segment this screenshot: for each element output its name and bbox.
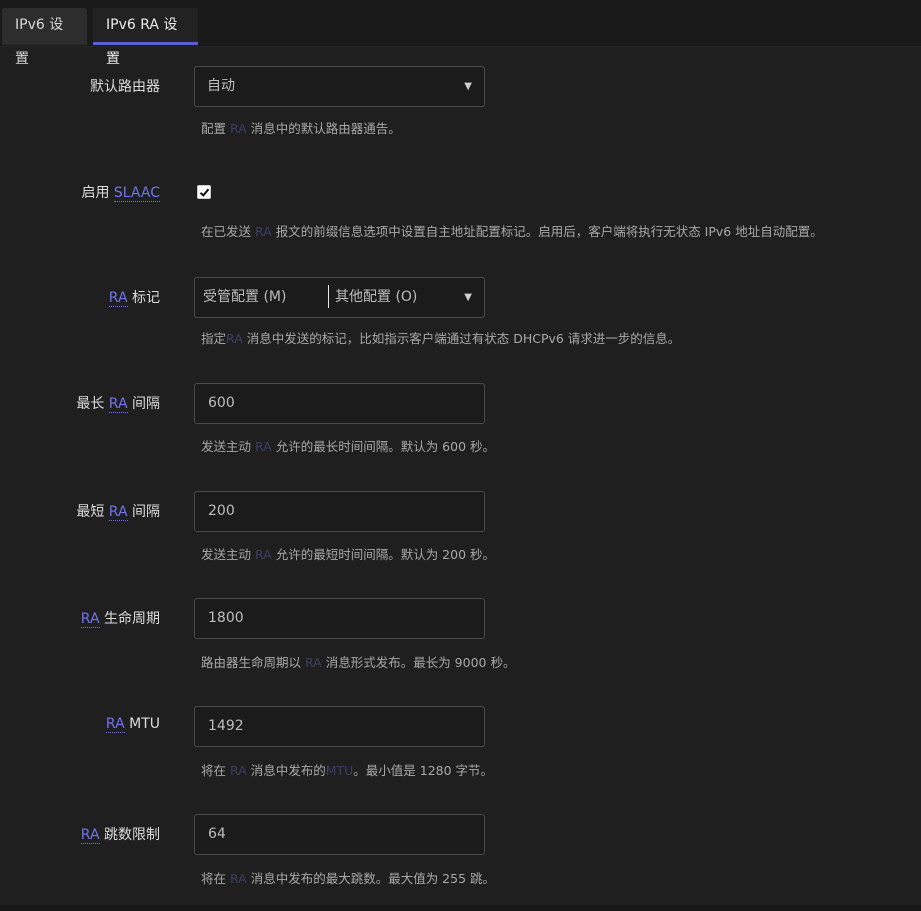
label-text: 标记 (127, 290, 160, 306)
help-text: 将在 (201, 871, 230, 886)
tab-bar: IPv6 设置 IPv6 RA 设置 (0, 0, 921, 67)
ra-abbr: RA (105, 716, 125, 733)
check-icon (199, 188, 210, 197)
help-text: 配置 (201, 121, 230, 136)
help-text: 消息中的默认路由器通告。 (246, 121, 401, 136)
lifetime-input[interactable]: 1800 (194, 598, 485, 639)
help-text: 发送主动 (201, 439, 255, 454)
mtu-label: RA MTU (105, 716, 160, 733)
help-text: 消息形式发布。最长为 9000 秒。 (321, 655, 516, 670)
separator (328, 285, 329, 308)
help-text: 。最小值是 1280 字节。 (353, 763, 494, 778)
label-text: MTU (124, 716, 160, 732)
help-text: 消息中发送的标记，比如指示客户端通过有状态 DHCPv6 请求进一步的信息。 (242, 331, 681, 346)
hop-limit-label: RA 跳数限制 (80, 824, 160, 844)
mtu-value: 1492 (208, 718, 244, 734)
lifetime-label: RA 生命周期 (80, 608, 160, 628)
hop-limit-value: 64 (208, 826, 226, 842)
help-abbr: RA (304, 655, 322, 670)
page: IPv6 设置 IPv6 RA 设置 默认路由器 自动 ▼ 配置 RA 消息中的… (0, 0, 921, 911)
default-router-select[interactable]: 自动 ▼ (194, 66, 485, 107)
help-abbr: RA (229, 871, 247, 886)
max-interval-input[interactable]: 600 (194, 383, 485, 424)
help-text: 允许的最短时间间隔。默认为 200 秒。 (271, 547, 495, 562)
default-router-label: 默认路由器 (90, 79, 160, 95)
ra-flag-managed: 受管配置 (M) (203, 289, 287, 305)
max-interval-value: 600 (208, 395, 235, 411)
bottom-border (0, 905, 921, 911)
slaac-checkbox[interactable] (197, 185, 211, 199)
lifetime-value: 1800 (208, 610, 244, 626)
help-text: 指定 (201, 331, 227, 346)
ra-abbr: RA (108, 504, 128, 521)
help-abbr: RA (254, 224, 272, 239)
ra-flag-other: 其他配置 (O) (335, 289, 418, 305)
lifetime-help: 路由器生命周期以 RA 消息形式发布。最长为 9000 秒。 (201, 652, 515, 671)
min-interval-input[interactable]: 200 (194, 491, 485, 532)
ra-abbr: RA (108, 396, 128, 413)
mtu-input[interactable]: 1492 (194, 706, 485, 747)
min-interval-value: 200 (208, 503, 235, 519)
default-router-help: 配置 RA 消息中的默认路由器通告。 (201, 118, 401, 137)
default-router-value: 自动 (207, 78, 235, 94)
help-text: 路由器生命周期以 (201, 655, 305, 670)
label-text: 间隔 (127, 396, 160, 412)
chevron-down-icon: ▼ (464, 81, 472, 92)
help-abbr: RA (229, 763, 247, 778)
tab-ipv6-settings[interactable]: IPv6 设置 (2, 8, 87, 67)
help-abbr: RA (254, 547, 272, 562)
help-text: 报文的前缀信息选项中设置自主地址配置标记。启用后，客户端将执行无状态 IPv6 … (271, 224, 823, 239)
max-interval-help: 发送主动 RA 允许的最长时间间隔。默认为 600 秒。 (201, 436, 495, 455)
help-text: 发送主动 (201, 547, 255, 562)
ra-abbr: RA (108, 290, 128, 307)
tab-ipv6-ra-settings[interactable]: IPv6 RA 设置 (93, 8, 198, 67)
label-text: 跳数限制 (99, 827, 160, 843)
hop-limit-help: 将在 RA 消息中发布的最大跳数。最大值为 255 跳。 (201, 868, 495, 887)
label-text: 最长 (76, 396, 109, 412)
label-text: 最短 (76, 504, 109, 520)
slaac-abbr: SLAAC (113, 185, 160, 202)
ra-abbr: RA (80, 827, 100, 844)
label-text: 生命周期 (99, 611, 160, 627)
ra-flags-multiselect[interactable]: 受管配置 (M) 其他配置 (O) ▼ (194, 277, 485, 318)
label-text: 启用 (81, 185, 114, 201)
chevron-down-icon: ▼ (464, 292, 472, 303)
hop-limit-input[interactable]: 64 (194, 814, 485, 855)
mtu-help: 将在 RA 消息中发布的MTU。最小值是 1280 字节。 (201, 760, 493, 779)
min-interval-label: 最短 RA 间隔 (76, 501, 160, 521)
ra-flags-label: RA 标记 (108, 287, 160, 307)
help-text: 消息中发布的 (246, 763, 326, 778)
slaac-label: 启用 SLAAC (81, 182, 160, 202)
help-text: 消息中发布的最大跳数。最大值为 255 跳。 (246, 871, 495, 886)
max-interval-label: 最长 RA 间隔 (76, 393, 160, 413)
help-abbr: RA (226, 331, 243, 346)
help-abbr: MTU (325, 763, 354, 778)
help-text: 将在 (201, 763, 230, 778)
help-text: 允许的最长时间间隔。默认为 600 秒。 (271, 439, 495, 454)
help-abbr: RA (229, 121, 247, 136)
ra-flags-help: 指定RA 消息中发送的标记，比如指示客户端通过有状态 DHCPv6 请求进一步的… (201, 328, 680, 347)
min-interval-help: 发送主动 RA 允许的最短时间间隔。默认为 200 秒。 (201, 544, 495, 563)
label-text: 间隔 (127, 504, 160, 520)
help-text: 在已发送 (201, 224, 255, 239)
help-abbr: RA (254, 439, 272, 454)
ra-abbr: RA (80, 611, 100, 628)
slaac-help: 在已发送 RA 报文的前缀信息选项中设置自主地址配置标记。启用后，客户端将执行无… (201, 221, 823, 240)
